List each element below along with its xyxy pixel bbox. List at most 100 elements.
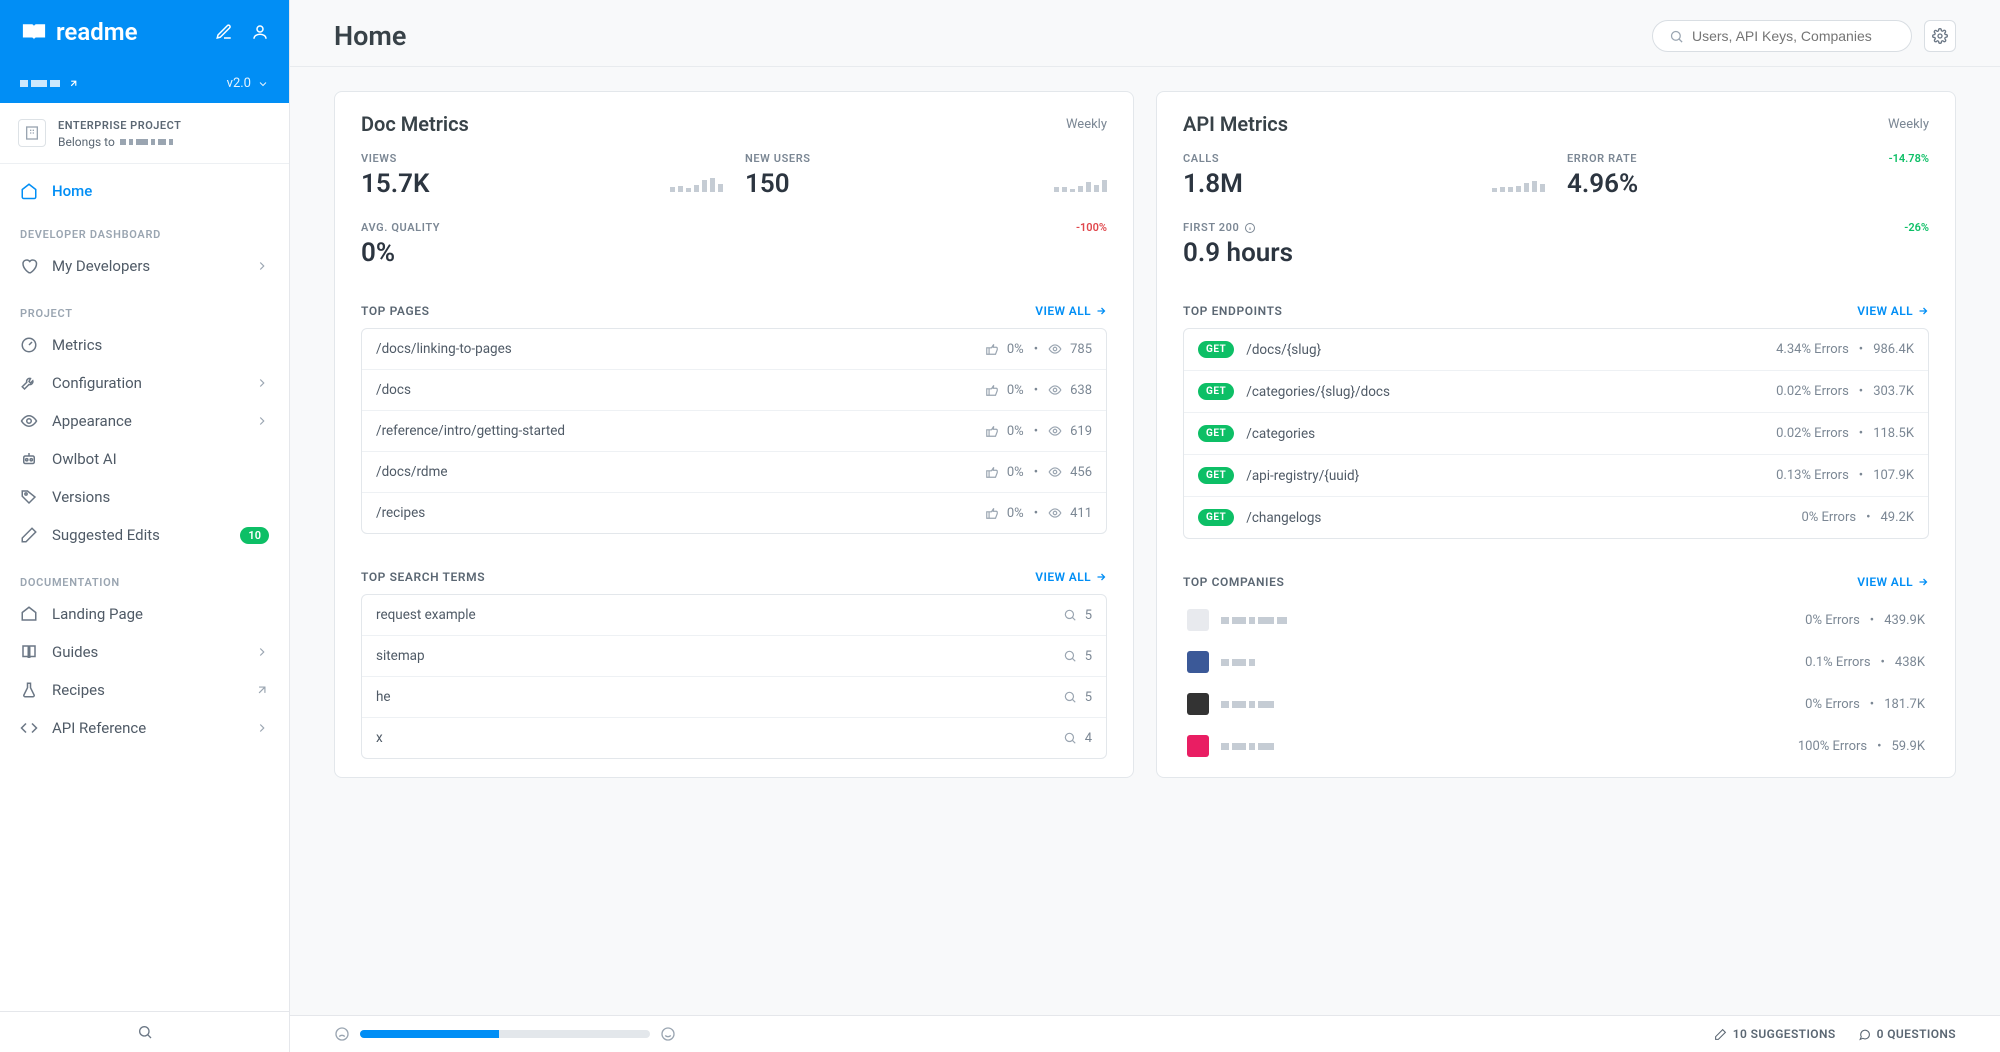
enterprise-banner[interactable]: ENTERPRISE PROJECT Belongs to: [0, 103, 289, 164]
endpoint-path: /categories/{slug}/docs: [1246, 384, 1764, 400]
home-icon: [20, 605, 38, 623]
table-row[interactable]: /docs/rdme 0%456: [362, 452, 1106, 493]
eye-icon: [1048, 465, 1062, 479]
nav-owlbot[interactable]: Owlbot AI: [0, 440, 289, 478]
user-icon[interactable]: [251, 23, 269, 41]
home-icon: [20, 182, 38, 200]
nav-api-reference[interactable]: API Reference: [0, 709, 289, 747]
table-row[interactable]: /docs 0%638: [362, 370, 1106, 411]
arrow-right-icon: [1095, 305, 1107, 317]
company-name-redacted: [1221, 696, 1793, 712]
tag-icon: [20, 488, 38, 506]
table-row[interactable]: /reference/intro/getting-started 0%619: [362, 411, 1106, 452]
view-all-pages[interactable]: VIEW ALL: [1035, 304, 1107, 318]
search-input[interactable]: [1692, 28, 1895, 44]
table-row[interactable]: 100% Errors59.9K: [1183, 725, 1929, 767]
top-companies-label: TOP COMPANIES: [1183, 575, 1857, 589]
nav-suggested-edits[interactable]: Suggested Edits 10: [0, 516, 289, 554]
views-value: 15.7K: [361, 169, 429, 199]
top-search-list: request example 5 sitemap 5 he 5 x 4: [361, 594, 1107, 759]
table-row[interactable]: GET /categories 0.02% Errors118.5K: [1184, 413, 1928, 455]
version-label: v2.0: [227, 76, 251, 91]
table-row[interactable]: request example 5: [362, 595, 1106, 636]
nav-my-developers[interactable]: My Developers: [0, 247, 289, 285]
search-term: request example: [376, 607, 1051, 623]
page-views: 638: [1070, 383, 1092, 398]
api-metrics-card: API Metrics Weekly CALLS 1.8M: [1156, 91, 1956, 778]
gear-icon: [1932, 28, 1948, 44]
search-box[interactable]: [1652, 20, 1912, 52]
wrench-icon: [20, 374, 38, 392]
page-title: Home: [334, 20, 1652, 52]
company-logo: [1187, 609, 1209, 631]
nav-appearance[interactable]: Appearance: [0, 402, 289, 440]
newusers-label: NEW USERS: [745, 152, 1107, 165]
endpoint-errors: 0.02% Errors: [1776, 426, 1849, 441]
bot-icon: [20, 450, 38, 468]
code-icon: [20, 719, 38, 737]
suggestions-count[interactable]: 10 SUGGESTIONS: [1714, 1027, 1836, 1041]
endpoint-errors: 0.13% Errors: [1776, 468, 1849, 483]
pencil-icon: [1714, 1028, 1727, 1041]
search-icon: [1063, 731, 1077, 745]
project-name-redacted: [20, 80, 60, 87]
page-views: 785: [1070, 342, 1092, 357]
table-row[interactable]: /docs/linking-to-pages 0%785: [362, 329, 1106, 370]
views-spark: [670, 174, 723, 192]
pencil-icon: [20, 526, 38, 544]
table-row[interactable]: 0% Errors181.7K: [1183, 683, 1929, 725]
edit-icon[interactable]: [215, 23, 233, 41]
endpoint-calls: 986.4K: [1873, 342, 1914, 357]
page-path: /docs/linking-to-pages: [376, 341, 973, 357]
nav-configuration[interactable]: Configuration: [0, 364, 289, 402]
search-icon[interactable]: [137, 1024, 153, 1040]
table-row[interactable]: 0% Errors439.9K: [1183, 599, 1929, 641]
table-row[interactable]: GET /categories/{slug}/docs 0.02% Errors…: [1184, 371, 1928, 413]
project-switcher[interactable]: v2.0: [0, 64, 289, 103]
view-all-companies[interactable]: VIEW ALL: [1857, 575, 1929, 589]
http-method: GET: [1198, 509, 1234, 526]
brand-name: readme: [56, 18, 138, 46]
nav-versions[interactable]: Versions: [0, 478, 289, 516]
api-metrics-title: API Metrics: [1183, 112, 1888, 136]
table-row[interactable]: he 5: [362, 677, 1106, 718]
chevron-right-icon: [255, 376, 269, 390]
settings-button[interactable]: [1924, 20, 1956, 52]
nav-guides[interactable]: Guides: [0, 633, 289, 671]
company-name-redacted: [1221, 612, 1793, 628]
nav-recipes[interactable]: Recipes: [0, 671, 289, 709]
arrow-right-icon: [1917, 305, 1929, 317]
view-all-search[interactable]: VIEW ALL: [1035, 570, 1107, 584]
external-icon: [68, 78, 79, 89]
table-row[interactable]: sitemap 5: [362, 636, 1106, 677]
arrow-right-icon: [1917, 576, 1929, 588]
http-method: GET: [1198, 425, 1234, 442]
nav-landing-page[interactable]: Landing Page: [0, 595, 289, 633]
view-all-endpoints[interactable]: VIEW ALL: [1857, 304, 1929, 318]
table-row[interactable]: GET /changelogs 0% Errors49.2K: [1184, 497, 1928, 538]
search-icon: [1669, 29, 1684, 44]
newusers-value: 150: [745, 169, 790, 199]
sidebar-footer: [0, 1011, 289, 1052]
table-row[interactable]: x 4: [362, 718, 1106, 758]
brand-logo[interactable]: readme: [20, 18, 215, 46]
frown-icon: [334, 1026, 350, 1042]
table-row[interactable]: /recipes 0%411: [362, 493, 1106, 533]
avgquality-delta: -100%: [1076, 221, 1107, 234]
flask-icon: [20, 681, 38, 699]
questions-count[interactable]: 0 QUESTIONS: [1858, 1027, 1956, 1041]
nav-metrics[interactable]: Metrics: [0, 326, 289, 364]
info-icon[interactable]: [1244, 222, 1256, 234]
endpoint-path: /changelogs: [1246, 510, 1789, 526]
table-row[interactable]: GET /api-registry/{uuid} 0.13% Errors107…: [1184, 455, 1928, 497]
table-row[interactable]: 0.1% Errors438K: [1183, 641, 1929, 683]
top-search-label: TOP SEARCH TERMS: [361, 570, 1035, 584]
calls-spark: [1492, 174, 1545, 192]
table-row[interactable]: GET /docs/{slug} 4.34% Errors986.4K: [1184, 329, 1928, 371]
page-quality: 0%: [1007, 506, 1024, 521]
company-calls: 181.7K: [1884, 697, 1925, 712]
errorrate-label: ERROR RATE: [1567, 152, 1637, 165]
first200-delta: -26%: [1904, 221, 1929, 234]
thumbs-up-icon: [985, 465, 999, 479]
nav-home[interactable]: Home: [0, 172, 289, 210]
